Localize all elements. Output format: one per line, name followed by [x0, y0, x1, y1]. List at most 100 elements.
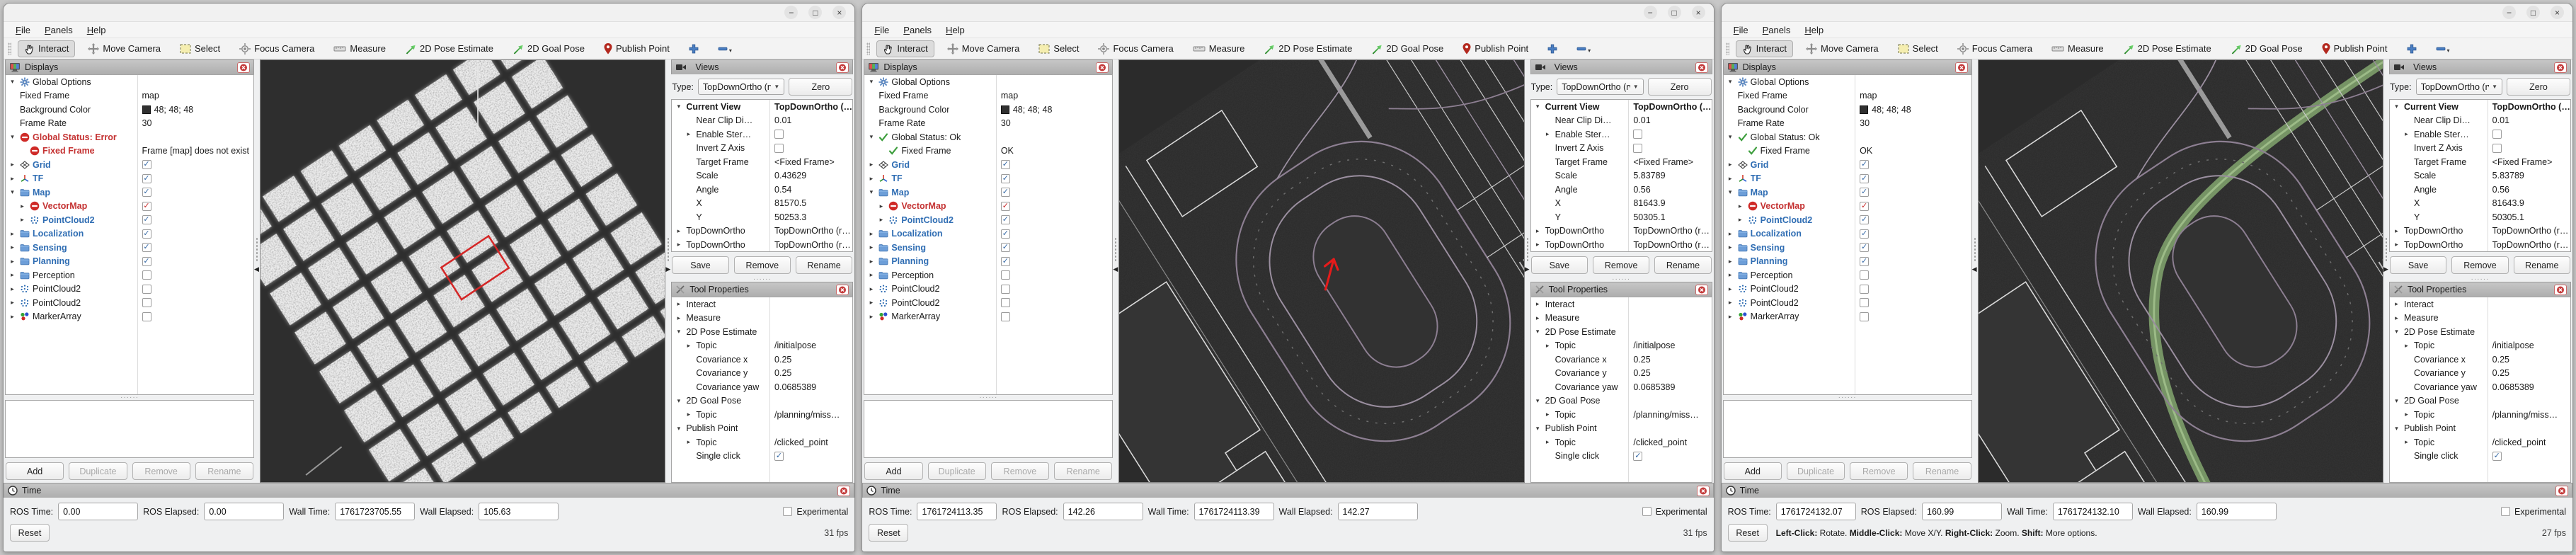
remove-button[interactable]: Remove — [991, 462, 1049, 480]
expander-icon[interactable]: ▸ — [1543, 130, 1552, 138]
display-row-fixed-frame[interactable]: Fixed Framemap — [1724, 89, 1971, 103]
panel-close-icon[interactable] — [2554, 285, 2567, 295]
toolbar-select[interactable]: Select — [1891, 40, 1945, 57]
view-row-enable-ster[interactable]: ▸Enable Ster… — [2390, 127, 2570, 142]
expander-icon[interactable]: ▾ — [2392, 397, 2401, 405]
checkbox[interactable]: ✓ — [1001, 257, 1010, 266]
tool-row-covariance-x[interactable]: Covariance x0.25 — [1531, 353, 1712, 367]
checkbox[interactable] — [1860, 298, 1869, 307]
remove-button[interactable]: Remove — [734, 256, 791, 274]
expander-icon[interactable]: ▾ — [866, 188, 876, 196]
panel-close-icon[interactable] — [836, 62, 849, 73]
add-button[interactable]: Add — [6, 462, 64, 480]
minimize-button[interactable]: − — [784, 6, 798, 19]
expander-icon[interactable]: ▸ — [674, 300, 683, 308]
checkbox[interactable]: ✓ — [142, 229, 151, 239]
view-row-invert-z-axis[interactable]: Invert Z Axis — [1531, 142, 1712, 156]
tool-row-topic[interactable]: ▸Topic/planning/miss… — [2390, 408, 2570, 422]
expander-icon[interactable]: ▸ — [1726, 175, 1735, 183]
reset-button[interactable]: Reset — [869, 524, 908, 542]
view-row-angle[interactable]: Angle0.56 — [2390, 183, 2570, 197]
expander-icon[interactable]: ▸ — [18, 216, 27, 224]
display-row-markerarray[interactable]: ▸MarkerArray — [1724, 310, 1971, 324]
display-row-pointcloud2[interactable]: ▸PointCloud2 — [6, 282, 253, 297]
expander-icon[interactable]: ▸ — [684, 342, 693, 350]
menu-file[interactable]: File — [1727, 23, 1755, 37]
checkbox[interactable] — [142, 298, 151, 307]
display-row-background-color[interactable]: Background Color48; 48; 48 — [1724, 103, 1971, 117]
splitter-handle[interactable] — [671, 277, 853, 282]
display-row-pointcloud2[interactable]: ▸PointCloud2 — [864, 282, 1112, 297]
close-button[interactable]: × — [1692, 6, 1705, 19]
left-splitter[interactable]: ◀ — [1972, 59, 1978, 483]
views-panel-header[interactable]: Views — [2389, 59, 2571, 74]
expander-icon[interactable]: ▸ — [8, 313, 17, 321]
expander-icon[interactable]: ▸ — [8, 244, 17, 251]
view-row-current-view[interactable]: ▾Current ViewTopDownOrtho (r… — [672, 100, 852, 114]
view-row-topdownortho[interactable]: ▸TopDownOrthoTopDownOrtho (rvi… — [672, 224, 852, 239]
display-row-grid[interactable]: ▸Grid✓ — [1724, 158, 1971, 172]
checkbox[interactable] — [774, 144, 784, 153]
expander-icon[interactable]: ▸ — [866, 285, 876, 293]
expander-icon[interactable]: ▸ — [1726, 258, 1735, 265]
toolbar-move-camera[interactable]: Move Camera — [1799, 40, 1885, 57]
panel-close-icon[interactable] — [837, 486, 850, 496]
tool-row-covariance-y[interactable]: Covariance y0.25 — [672, 367, 852, 381]
viewport-canvas-route[interactable] — [1979, 60, 2383, 482]
expander-icon[interactable]: ▸ — [8, 175, 17, 183]
tool-properties-header[interactable]: Tool Properties — [2389, 282, 2571, 297]
toolbar-2d-pose-estimate[interactable]: 2D Pose Estimate — [2117, 40, 2218, 57]
checkbox[interactable]: ✓ — [1860, 160, 1869, 169]
expander-icon[interactable]: ▾ — [1533, 103, 1542, 110]
wall-elapsed-input[interactable] — [1338, 503, 1418, 520]
tool-row-interact[interactable]: ▸Interact — [1531, 297, 1712, 311]
viewport-canvas-pointcloud[interactable] — [261, 60, 665, 482]
display-row-perception[interactable]: ▸Perception — [864, 268, 1112, 282]
display-row-planning[interactable]: ▸Planning✓ — [1724, 255, 1971, 269]
collapse-right-icon[interactable]: ▶ — [1525, 265, 1530, 273]
checkbox[interactable] — [1001, 270, 1010, 280]
expander-icon[interactable]: ▾ — [1726, 133, 1735, 141]
toolbar-publish-point[interactable]: Publish Point — [2315, 40, 2394, 57]
expander-icon[interactable]: ▸ — [876, 202, 886, 210]
expander-icon[interactable]: ▸ — [1736, 216, 1745, 224]
maximize-button[interactable]: □ — [2526, 6, 2540, 19]
checkbox[interactable]: ✓ — [142, 243, 151, 252]
expander-icon[interactable]: ▸ — [2392, 314, 2401, 322]
tool-row-2d-pose-estimate[interactable]: ▾2D Pose Estimate — [672, 325, 852, 339]
expander-icon[interactable]: ▾ — [2392, 328, 2401, 336]
toolbar-measure[interactable]: Measure — [327, 40, 392, 57]
expander-icon[interactable]: ▸ — [684, 411, 693, 418]
display-row-fixed-frame[interactable]: Fixed FrameOK — [864, 144, 1112, 159]
display-row-global-status-error[interactable]: ▾Global Status: Error — [6, 130, 253, 144]
display-row-tf[interactable]: ▸TF✓ — [1724, 172, 1971, 186]
expander-icon[interactable]: ▸ — [8, 285, 17, 293]
display-row-background-color[interactable]: Background Color48; 48; 48 — [864, 103, 1112, 117]
expander-icon[interactable]: ▸ — [1533, 241, 1542, 248]
add-button[interactable]: Add — [864, 462, 922, 480]
display-row-map[interactable]: ▾Map✓ — [1724, 185, 1971, 200]
tool-row-topic[interactable]: ▸Topic/clicked_point — [672, 435, 852, 450]
view-row-topdownortho[interactable]: ▸TopDownOrthoTopDownOrtho (rvi… — [2390, 224, 2570, 239]
splitter-handle[interactable] — [1723, 395, 1972, 400]
expander-icon[interactable]: ▸ — [866, 244, 876, 251]
collapse-right-icon[interactable]: ▶ — [665, 265, 670, 273]
expander-icon[interactable]: ▸ — [866, 299, 876, 307]
toolbar-focus-camera[interactable]: Focus Camera — [1092, 40, 1179, 57]
display-row-markerarray[interactable]: ▸MarkerArray — [864, 310, 1112, 324]
expander-icon[interactable]: ▾ — [1533, 397, 1542, 405]
ros-elapsed-input[interactable] — [1063, 503, 1143, 520]
view-row-target-frame[interactable]: Target Frame<Fixed Frame> — [672, 155, 852, 169]
expander-icon[interactable]: ▾ — [2392, 103, 2401, 110]
toolbar-measure[interactable]: Measure — [1186, 40, 1252, 57]
collapse-left-icon[interactable]: ◀ — [1972, 265, 1977, 273]
panel-close-icon[interactable] — [1096, 62, 1109, 73]
reset-button[interactable]: Reset — [10, 524, 50, 542]
expander-icon[interactable]: ▸ — [8, 271, 17, 279]
view-row-near-clip-di[interactable]: Near Clip Di…0.01 — [2390, 114, 2570, 128]
expander-icon[interactable]: ▾ — [866, 133, 876, 141]
expander-icon[interactable]: ▸ — [866, 175, 876, 183]
expander-icon[interactable]: ▾ — [8, 133, 17, 141]
panel-close-icon[interactable] — [1695, 62, 1708, 73]
splitter-handle[interactable] — [5, 395, 254, 400]
